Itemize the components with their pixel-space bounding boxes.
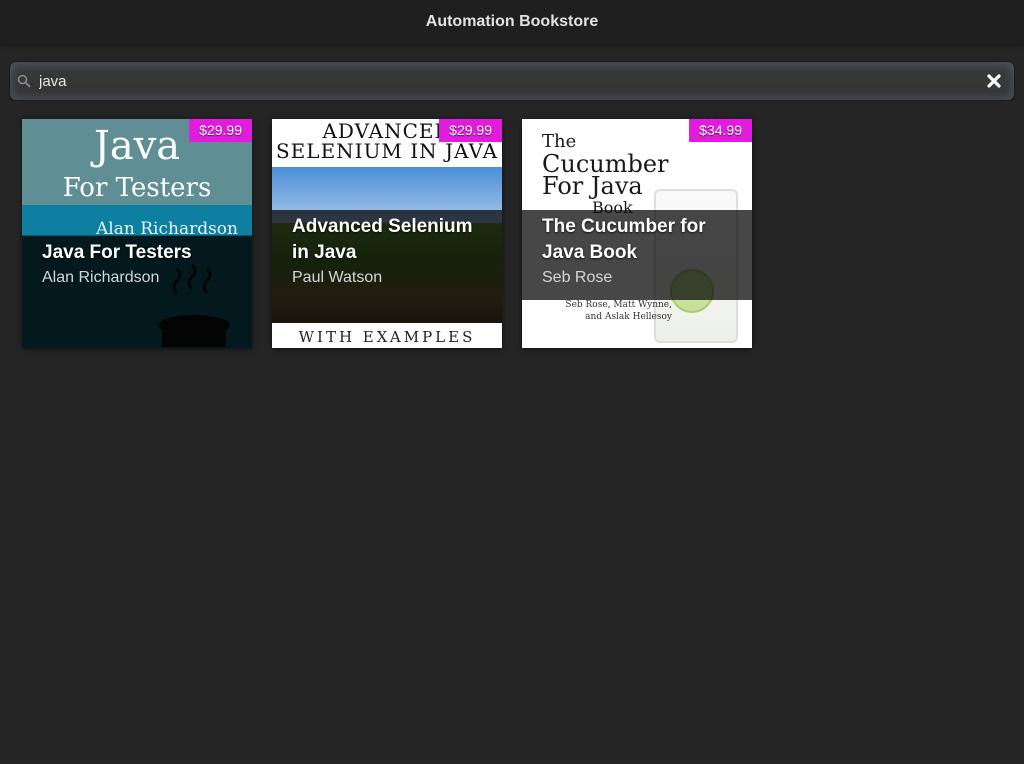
search-input[interactable] <box>39 62 969 100</box>
app-header: Automation Bookstore <box>0 0 1024 44</box>
close-icon[interactable] <box>984 71 1004 91</box>
book-title: Advanced Selenium in Java <box>292 216 473 263</box>
search-icon <box>17 74 31 88</box>
cover-title-line: SELENIUM IN JAVA <box>275 139 499 163</box>
book-card[interactable]: Java For Testers Alan Richardson $29.99 … <box>22 119 252 348</box>
cover-credits: Seb Rose, Matt Wynne, and Aslak Hellesoy <box>565 300 672 322</box>
cover-title-line: For Java <box>542 172 643 200</box>
book-card[interactable]: ADVANCED SELENIUM IN JAVA WITH EXAMPLES … <box>272 119 502 348</box>
cover-title-block: The Cucumber For Java Book <box>542 131 669 219</box>
book-info-overlay: The Cucumber for Java Book Seb Rose <box>522 210 752 300</box>
book-card[interactable]: The Cucumber For Java Book Seb Rose, Mat… <box>522 119 752 348</box>
book-author: Alan Richardson <box>42 269 160 286</box>
cover-subtitle-line: WITH EXAMPLES <box>298 328 476 346</box>
price-badge: $34.99 <box>689 119 752 142</box>
page-title: Automation Bookstore <box>425 13 599 30</box>
book-title: Java For Testers <box>42 242 192 263</box>
price-badge: $29.99 <box>439 119 502 142</box>
book-grid: Java For Testers Alan Richardson $29.99 … <box>22 119 752 348</box>
book-title: The Cucumber for Java Book <box>542 216 706 263</box>
price-badge: $29.99 <box>189 119 252 142</box>
cover-title-line: For Testers <box>62 173 212 203</box>
search-bar[interactable] <box>10 62 1014 100</box>
book-info-overlay: Java For Testers Alan Richardson <box>22 236 252 348</box>
book-author: Paul Watson <box>292 269 383 286</box>
book-author: Seb Rose <box>542 269 613 286</box>
book-info-overlay: Advanced Selenium in Java Paul Watson <box>272 210 502 323</box>
